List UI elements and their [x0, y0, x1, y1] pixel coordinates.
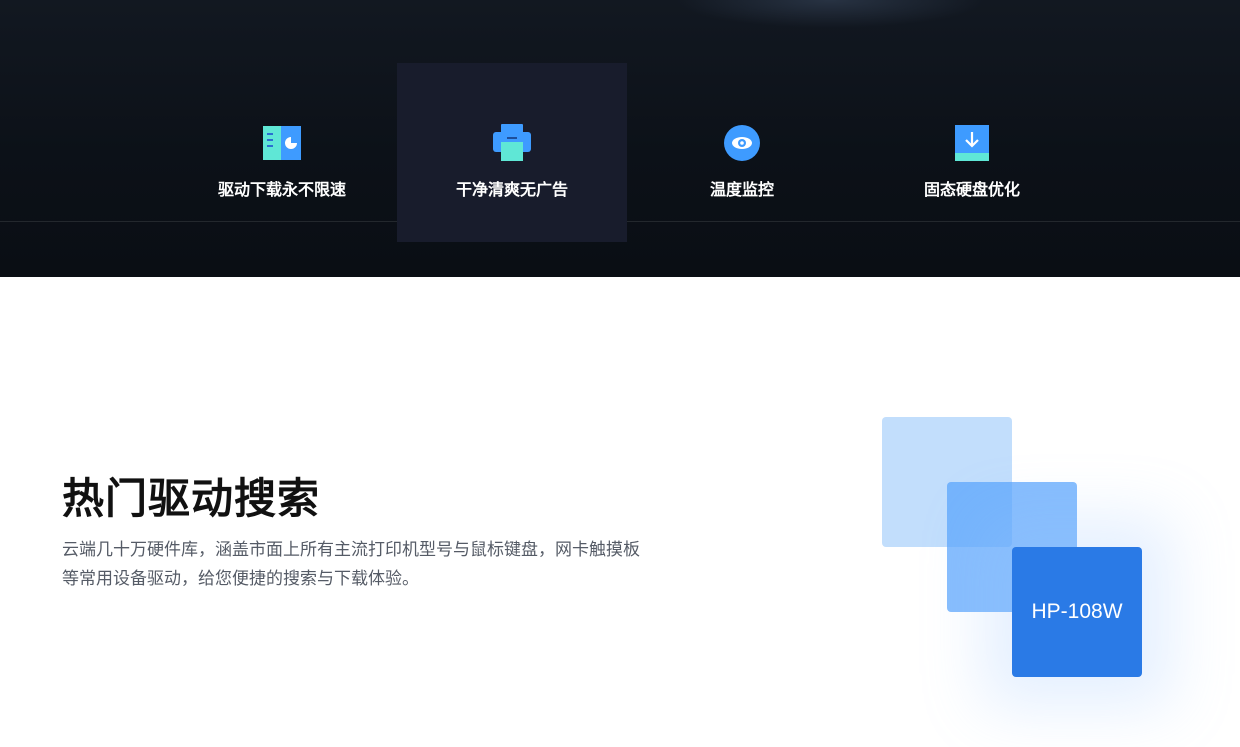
feature-label: 固态硬盘优化	[923, 180, 1020, 199]
hero-banner: 驱动下载永不限速 干净清爽无广告 温度监控 固态硬盘优化	[0, 0, 1240, 277]
book-chart-icon	[260, 123, 304, 163]
feature-ssd-optimize[interactable]: 固态硬盘优化	[857, 63, 1087, 242]
eye-icon	[720, 123, 764, 163]
feature-temperature[interactable]: 温度监控	[627, 63, 857, 242]
showcase-card-label: HP-108W	[1031, 600, 1123, 623]
feature-no-ads[interactable]: 干净清爽无广告	[397, 63, 627, 242]
description-line: 云端几十万硬件库，涵盖市面上所有主流打印机型号与鼠标键盘，网卡触摸板	[62, 540, 640, 560]
feature-driver-download[interactable]: 驱动下载永不限速	[167, 63, 397, 242]
section-description: 云端几十万硬件库，涵盖市面上所有主流打印机型号与鼠标键盘，网卡触摸板 等常用设备…	[62, 536, 702, 594]
feature-label: 温度监控	[709, 180, 774, 199]
showcase-card-front[interactable]: HP-108W	[1012, 547, 1142, 677]
description-line: 等常用设备驱动，给您便捷的搜索与下载体验。	[62, 569, 419, 589]
feature-label: 干净清爽无广告	[455, 180, 568, 199]
printer-icon	[490, 123, 534, 163]
feature-label: 驱动下载永不限速	[217, 180, 346, 199]
section-title: 热门驱动搜索	[62, 474, 321, 523]
download-box-icon	[950, 123, 994, 163]
